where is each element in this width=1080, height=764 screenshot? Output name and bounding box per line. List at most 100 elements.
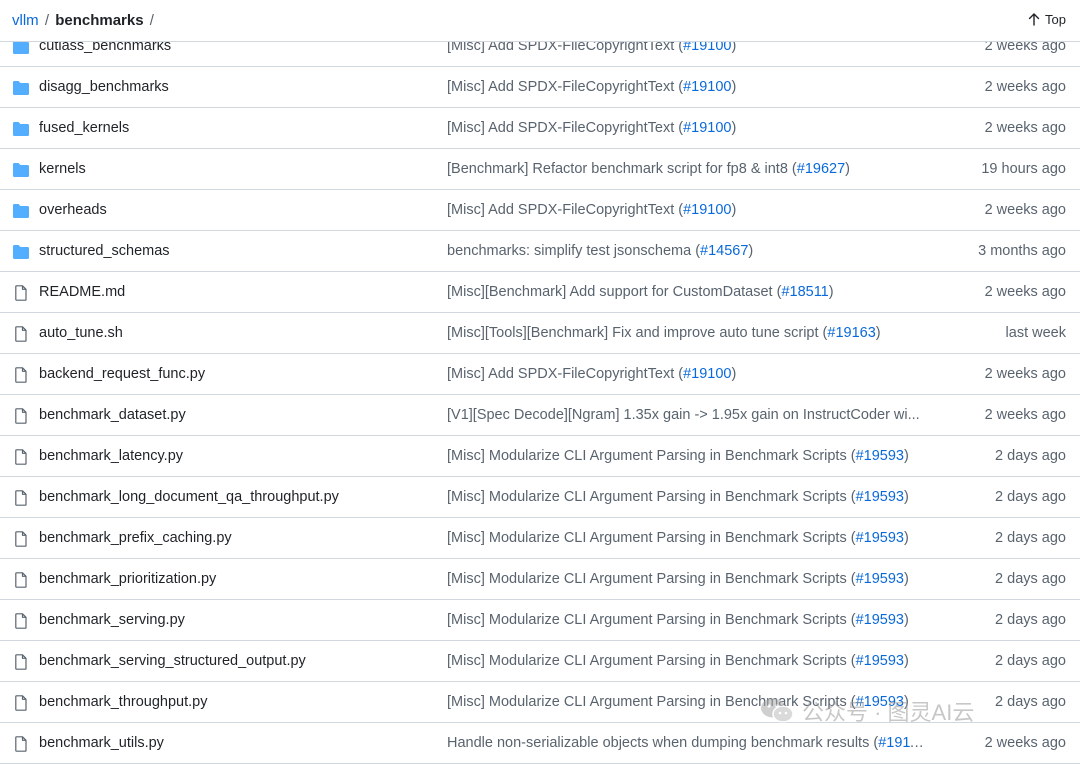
commit-message[interactable]: [Misc] Modularize CLI Argument Parsing i… [447, 530, 927, 546]
commit-message-text[interactable]: [Misc] Modularize CLI Argument Parsing i… [447, 448, 856, 464]
file-icon [12, 654, 30, 670]
table-row[interactable]: fused_kernels [Misc] Add SPDX-FileCopyrig… [0, 108, 1080, 149]
file-icon [12, 490, 30, 506]
pull-request-link[interactable]: #19593 [856, 448, 904, 464]
pull-request-link[interactable]: #19100 [683, 79, 731, 95]
commit-message[interactable]: [Misc] Add SPDX-FileCopyrightText (#1910… [447, 202, 927, 218]
table-row[interactable]: benchmark_utils.py Handle non-serializabl… [0, 723, 1080, 764]
commit-message-text[interactable]: [Misc] Modularize CLI Argument Parsing i… [447, 489, 856, 505]
table-row[interactable]: disagg_benchmarks [Misc] Add SPDX-FileCop… [0, 67, 1080, 108]
table-row[interactable]: benchmark_prioritization.py [Misc] Modula… [0, 559, 1080, 600]
row-name-link[interactable]: benchmark_prefix_caching.py [39, 530, 232, 546]
commit-message-text[interactable]: [Misc] Add SPDX-FileCopyrightText ( [447, 366, 683, 382]
commit-message[interactable]: [Misc] Add SPDX-FileCopyrightText (#1910… [447, 79, 927, 95]
pull-request-link[interactable]: #19593 [856, 571, 904, 587]
row-name-link[interactable]: README.md [39, 284, 125, 300]
pull-request-link[interactable]: #19593 [856, 489, 904, 505]
back-to-top-button[interactable]: Top [1028, 12, 1066, 27]
commit-message-text-end: ) [903, 571, 909, 587]
commit-message[interactable]: [Misc] Modularize CLI Argument Parsing i… [447, 612, 927, 628]
row-name-link[interactable]: benchmark_prioritization.py [39, 571, 216, 587]
row-name-link[interactable]: benchmark_latency.py [39, 448, 183, 464]
commit-message[interactable]: [Misc] Modularize CLI Argument Parsing i… [447, 489, 927, 505]
commit-message[interactable]: [Misc] Add SPDX-FileCopyrightText (#1910… [447, 366, 927, 382]
commit-message-text[interactable]: [Misc] Add SPDX-FileCopyrightText ( [447, 120, 683, 136]
table-row[interactable]: benchmark_serving_structured_output.py [M… [0, 641, 1080, 682]
commit-message-text[interactable]: [Misc] Add SPDX-FileCopyrightText ( [447, 202, 683, 218]
row-name-link[interactable]: overheads [39, 202, 107, 218]
pull-request-link[interactable]: #19100 [683, 366, 731, 382]
last-commit-age: 2 weeks ago [984, 120, 1066, 136]
row-name-link[interactable]: benchmark_throughput.py [39, 694, 207, 710]
commit-message-text[interactable]: Handle non-serializable objects when dum… [447, 735, 878, 751]
last-commit-age: 2 weeks ago [984, 407, 1066, 423]
pull-request-link[interactable]: #19100 [683, 202, 731, 218]
pull-request-link[interactable]: #19593 [856, 530, 904, 546]
pull-request-link[interactable]: #19627 [797, 161, 845, 177]
table-row[interactable]: benchmark_serving.py [Misc] Modularize CL… [0, 600, 1080, 641]
commit-message-text-end: ) [731, 366, 737, 382]
commit-message-text[interactable]: [Misc][Tools][Benchmark] Fix and improve… [447, 325, 827, 341]
folder-icon [12, 244, 30, 260]
commit-message[interactable]: benchmarks: simplify test jsonschema (#1… [447, 243, 927, 259]
last-commit-age: 2 days ago [995, 612, 1066, 628]
commit-message-text[interactable]: [Benchmark] Refactor benchmark script fo… [447, 161, 797, 177]
pull-request-link[interactable]: #19100 [683, 120, 731, 136]
breadcrumb-repo-link[interactable]: vllm [12, 12, 39, 29]
table-row[interactable]: kernels [Benchmark] Refactor benchmark sc… [0, 149, 1080, 190]
file-icon [12, 613, 30, 629]
table-row[interactable]: structured_schemas benchmarks: simplify t… [0, 231, 1080, 272]
table-row[interactable]: benchmark_long_document_qa_throughput.py… [0, 477, 1080, 518]
row-name-link[interactable]: auto_tune.sh [39, 325, 123, 341]
pull-request-link[interactable]: #19593 [856, 612, 904, 628]
commit-message-text-end: ) [926, 735, 927, 751]
table-row[interactable]: auto_tune.sh [Misc][Tools][Benchmark] Fix… [0, 313, 1080, 354]
commit-message-text[interactable]: [Misc] Modularize CLI Argument Parsing i… [447, 530, 856, 546]
commit-message-text[interactable]: [Misc] Add SPDX-FileCopyrightText ( [447, 79, 683, 95]
commit-message-text-end: ) [903, 612, 909, 628]
row-name-link[interactable]: fused_kernels [39, 120, 129, 136]
row-name-link[interactable]: disagg_benchmarks [39, 79, 169, 95]
file-icon [12, 285, 30, 301]
table-row[interactable]: benchmark_prefix_caching.py [Misc] Modula… [0, 518, 1080, 559]
table-row[interactable]: benchmark_dataset.py [V1][Spec Decode][Ng… [0, 395, 1080, 436]
commit-message[interactable]: Handle non-serializable objects when dum… [447, 735, 927, 751]
table-row[interactable]: backend_request_func.py [Misc] Add SPDX-F… [0, 354, 1080, 395]
row-name-link[interactable]: structured_schemas [39, 243, 170, 259]
pull-request-link[interactable]: #19114 [878, 735, 925, 751]
row-name-link[interactable]: backend_request_func.py [39, 366, 205, 382]
row-name-link[interactable]: kernels [39, 161, 86, 177]
commit-message[interactable]: [Misc] Add SPDX-FileCopyrightText (#1910… [447, 120, 927, 136]
commit-message-text[interactable]: [Misc] Modularize CLI Argument Parsing i… [447, 653, 856, 669]
last-commit-age: 2 weeks ago [984, 284, 1066, 300]
last-commit-age: 2 weeks ago [984, 202, 1066, 218]
commit-message[interactable]: [Benchmark] Refactor benchmark script fo… [447, 161, 927, 177]
table-row[interactable]: benchmark_latency.py [Misc] Modularize CL… [0, 436, 1080, 477]
commit-message-text[interactable]: [Misc] Modularize CLI Argument Parsing i… [447, 612, 856, 628]
table-row[interactable]: overheads [Misc] Add SPDX-FileCopyrightTe… [0, 190, 1080, 231]
table-row[interactable]: README.md [Misc][Benchmark] Add support f… [0, 272, 1080, 313]
row-name-link[interactable]: benchmark_dataset.py [39, 407, 186, 423]
pull-request-link[interactable]: #14567 [700, 243, 748, 259]
commit-message[interactable]: [Misc][Benchmark] Add support for Custom… [447, 284, 927, 300]
pull-request-link[interactable]: #19163 [827, 325, 875, 341]
commit-message[interactable]: [V1][Spec Decode][Ngram] 1.35x gain -> 1… [447, 407, 927, 423]
commit-message[interactable]: [Misc] Modularize CLI Argument Parsing i… [447, 653, 927, 669]
commit-message-text[interactable]: [Misc] Modularize CLI Argument Parsing i… [447, 571, 856, 587]
pull-request-link[interactable]: #18511 [781, 284, 828, 300]
commit-message-text-end: ) [903, 489, 909, 505]
commit-message-text[interactable]: benchmarks: simplify test jsonschema ( [447, 243, 700, 259]
file-list: cutlass_benchmarks [Misc] Add SPDX-FileCo… [0, 26, 1080, 764]
file-icon [12, 449, 30, 465]
commit-message[interactable]: [Misc] Modularize CLI Argument Parsing i… [447, 571, 927, 587]
row-name-link[interactable]: benchmark_serving_structured_output.py [39, 653, 306, 669]
commit-message-text[interactable]: [Misc][Benchmark] Add support for Custom… [447, 284, 781, 300]
commit-message[interactable]: [Misc][Tools][Benchmark] Fix and improve… [447, 325, 927, 341]
commit-message[interactable]: [Misc] Modularize CLI Argument Parsing i… [447, 448, 927, 464]
last-commit-age: 2 weeks ago [984, 735, 1066, 751]
commit-message-text[interactable]: [V1][Spec Decode][Ngram] 1.35x gain -> 1… [447, 407, 920, 423]
pull-request-link[interactable]: #19593 [856, 653, 904, 669]
row-name-link[interactable]: benchmark_serving.py [39, 612, 185, 628]
row-name-link[interactable]: benchmark_long_document_qa_throughput.py [39, 489, 339, 505]
row-name-link[interactable]: benchmark_utils.py [39, 735, 164, 751]
